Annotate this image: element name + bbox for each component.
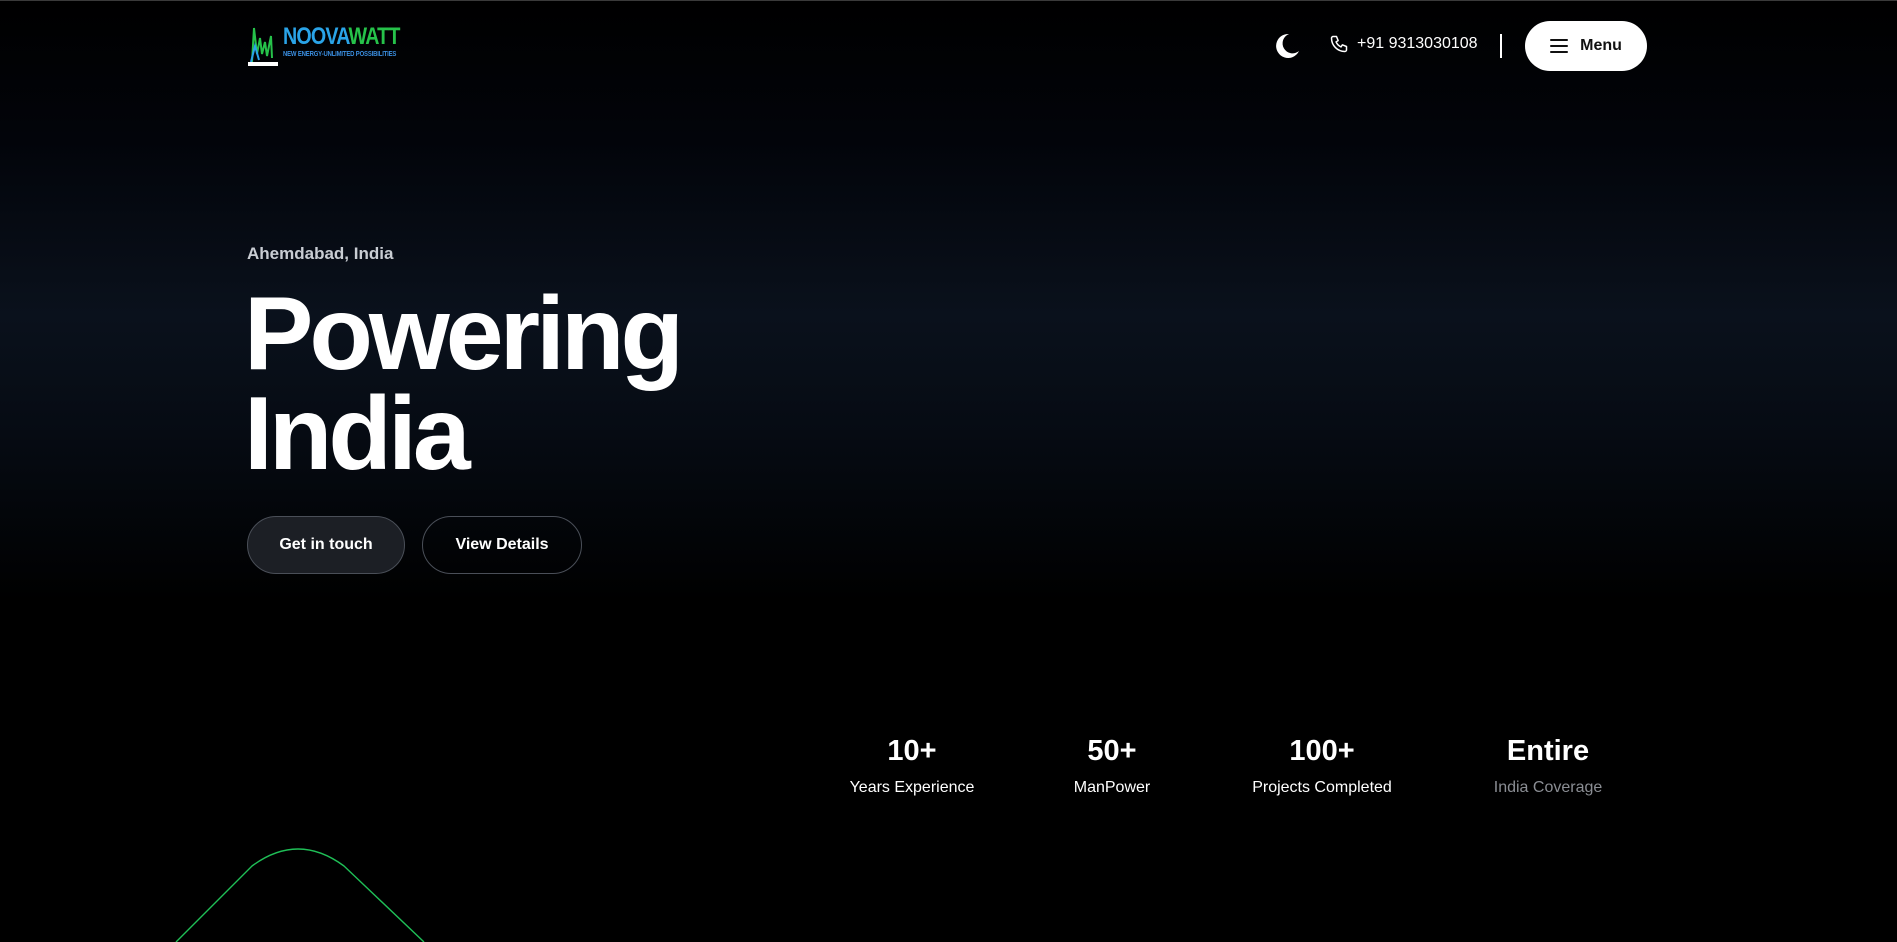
logo-tagline: NEW ENERGY-UNLIMITED POSSIBILITIES (283, 51, 397, 58)
decorative-arc (175, 848, 425, 942)
stat-years-experience: 10+ Years Experience (850, 734, 975, 798)
stat-manpower: 50+ ManPower (1074, 734, 1150, 798)
logo[interactable]: NOOVAWATT NEW ENERGY-UNLIMITED POSSIBILI… (248, 24, 425, 68)
page: NOOVAWATT NEW ENERGY-UNLIMITED POSSIBILI… (0, 0, 1897, 942)
stat-india-coverage: Entire India Coverage (1494, 734, 1603, 798)
logo-wordmark: NOOVAWATT (283, 23, 400, 50)
stat-value: 50+ (1087, 735, 1137, 767)
stat-label: India Coverage (1493, 779, 1603, 796)
stat-label: Projects Completed (1252, 779, 1392, 796)
stat-projects-completed: 100+ Projects Completed (1252, 734, 1392, 798)
top-border (0, 0, 1897, 1)
stat-value: Entire (1506, 735, 1590, 767)
location-label: Ahemdabad, India (247, 244, 394, 263)
stat-label: ManPower (1073, 779, 1151, 796)
hamburger-icon (1550, 39, 1569, 53)
stat-value: 10+ (887, 735, 937, 767)
get-in-touch-button[interactable]: Get in touch (247, 516, 405, 574)
phone-icon (1330, 35, 1348, 53)
stat-value: 100+ (1289, 735, 1355, 767)
moon-icon[interactable] (1272, 31, 1302, 61)
stat-label: Years Experience (849, 779, 975, 796)
headline-line-1: Powering (244, 276, 684, 392)
headline-line-2: India (244, 376, 471, 492)
hero-headline: Powering India (244, 276, 684, 492)
menu-label: Menu (1580, 37, 1622, 54)
phone-number: +91 9313030108 (1357, 35, 1478, 52)
stats-panel (785, 686, 1897, 942)
view-details-button[interactable]: View Details (422, 516, 582, 574)
menu-button[interactable]: Menu (1525, 21, 1647, 71)
phone-link[interactable]: +91 9313030108 (1329, 34, 1478, 54)
logo-text: NOOVAWATT NEW ENERGY-UNLIMITED POSSIBILI… (283, 23, 425, 59)
header-divider (1500, 34, 1502, 58)
logo-mark-icon (248, 27, 278, 66)
